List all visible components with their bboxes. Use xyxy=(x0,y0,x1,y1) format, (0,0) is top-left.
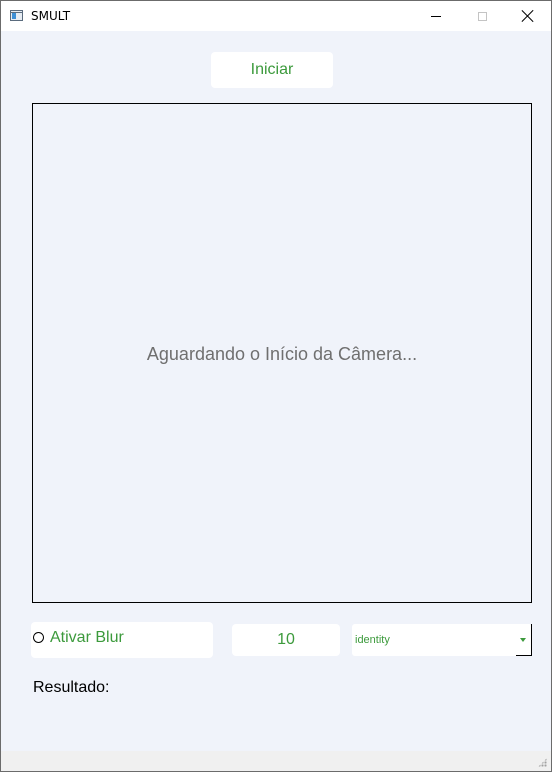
result-label: Resultado: xyxy=(33,679,110,696)
minimize-button[interactable] xyxy=(413,1,459,31)
blur-label: Ativar Blur xyxy=(50,629,124,646)
blur-radio-button[interactable] xyxy=(33,632,44,643)
close-button[interactable] xyxy=(505,1,551,31)
dropdown-button[interactable] xyxy=(516,624,532,656)
minimize-icon xyxy=(431,15,441,17)
filter-selected-value: identity xyxy=(355,634,390,646)
size-grip-icon[interactable] xyxy=(538,758,547,767)
maximize-button[interactable] xyxy=(459,1,505,31)
app-window-icon xyxy=(10,10,23,21)
status-bar xyxy=(1,751,551,771)
maximize-icon xyxy=(477,11,487,21)
close-icon xyxy=(522,10,534,22)
blur-toggle[interactable]: Ativar Blur xyxy=(31,622,213,658)
window-title: SMULT xyxy=(31,9,71,23)
camera-status-text: Aguardando o Início da Câmera... xyxy=(146,344,418,364)
camera-view: Aguardando o Início da Câmera... xyxy=(32,103,532,603)
filter-select[interactable]: identity xyxy=(352,624,532,656)
start-button[interactable]: Iniciar xyxy=(211,52,333,88)
app-window: SMULT Iniciar Aguardando o Início da Câm… xyxy=(0,0,552,772)
chevron-down-icon xyxy=(520,638,526,642)
blur-value-input[interactable]: 10 xyxy=(232,624,340,656)
title-bar[interactable]: SMULT xyxy=(1,1,551,31)
